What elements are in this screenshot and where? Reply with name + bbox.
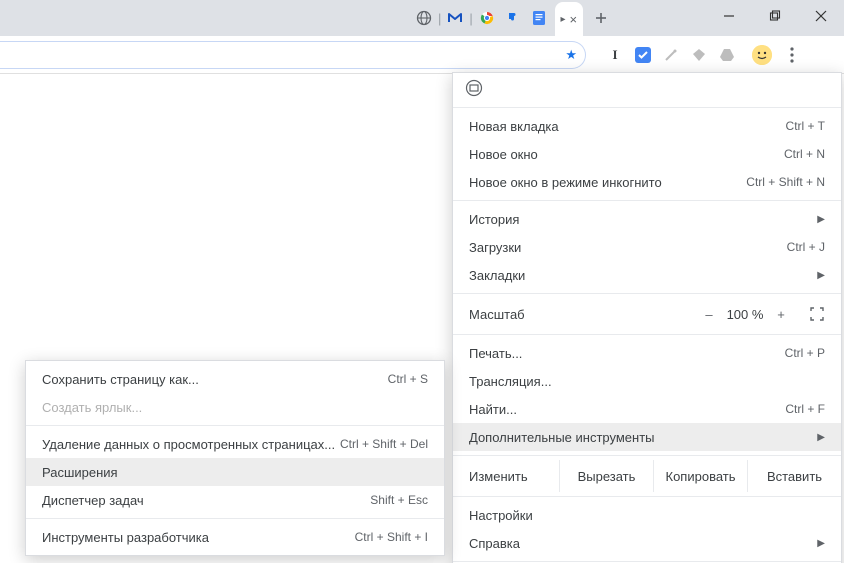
puzzle-icon[interactable] bbox=[505, 10, 521, 26]
submenu-task-manager[interactable]: Диспетчер задачShift + Esc bbox=[26, 486, 444, 514]
separator: | bbox=[469, 11, 472, 26]
window-close-button[interactable] bbox=[798, 0, 844, 32]
menu-history[interactable]: История▶ bbox=[453, 205, 841, 233]
submenu-extensions[interactable]: Расширения bbox=[26, 458, 444, 486]
new-tab-button[interactable] bbox=[587, 4, 615, 32]
zoom-value: 100 % bbox=[721, 307, 769, 322]
menu-downloads[interactable]: ЗагрузкиCtrl + J bbox=[453, 233, 841, 261]
toolbar: ★ I bbox=[0, 36, 844, 74]
menu-more-tools[interactable]: Дополнительные инструменты▶ bbox=[453, 423, 841, 451]
active-tab[interactable]: ▸ × bbox=[555, 2, 583, 36]
menu-new-window[interactable]: Новое окноCtrl + N bbox=[453, 140, 841, 168]
edit-cut[interactable]: Вырезать bbox=[559, 460, 653, 492]
extension-wand-icon[interactable] bbox=[662, 46, 680, 64]
org-header bbox=[453, 73, 841, 103]
address-bar[interactable]: ★ bbox=[0, 41, 586, 69]
window-maximize-button[interactable] bbox=[752, 0, 798, 32]
malwarebytes-icon[interactable] bbox=[447, 10, 463, 26]
menu-help[interactable]: Справка▶ bbox=[453, 529, 841, 557]
menu-new-tab[interactable]: Новая вкладкаCtrl + T bbox=[453, 112, 841, 140]
tab-favicon: ▸ bbox=[560, 14, 565, 25]
org-icon bbox=[465, 79, 483, 97]
menu-find[interactable]: Найти...Ctrl + F bbox=[453, 395, 841, 423]
separator: | bbox=[438, 11, 441, 26]
extension-check-icon[interactable] bbox=[634, 46, 652, 64]
zoom-in-button[interactable]: + bbox=[769, 307, 793, 322]
menu-print[interactable]: Печать...Ctrl + P bbox=[453, 339, 841, 367]
tab-close-icon[interactable]: × bbox=[570, 12, 578, 27]
menu-settings[interactable]: Настройки bbox=[453, 501, 841, 529]
submenu-save-as[interactable]: Сохранить страницу как...Ctrl + S bbox=[26, 365, 444, 393]
extension-diamond-icon[interactable] bbox=[690, 46, 708, 64]
window-minimize-button[interactable] bbox=[706, 0, 752, 32]
menu-bookmarks[interactable]: Закладки▶ bbox=[453, 261, 841, 289]
extension-drive-icon[interactable] bbox=[718, 46, 736, 64]
submenu-create-shortcut: Создать ярлык... bbox=[26, 393, 444, 421]
profile-avatar[interactable] bbox=[752, 45, 772, 65]
submenu-dev-tools[interactable]: Инструменты разработчикаCtrl + Shift + I bbox=[26, 523, 444, 551]
edit-paste[interactable]: Вставить bbox=[747, 460, 841, 492]
bookmark-star-icon[interactable]: ★ bbox=[565, 47, 577, 63]
chrome-icon[interactable] bbox=[479, 10, 495, 26]
menu-zoom: Масштаб – 100 % + bbox=[453, 298, 841, 330]
submenu-clear-data[interactable]: Удаление данных о просмотренных страница… bbox=[26, 430, 444, 458]
main-menu-button[interactable] bbox=[780, 43, 804, 67]
extension-instapaper-icon[interactable]: I bbox=[606, 46, 624, 64]
globe-icon[interactable] bbox=[416, 10, 432, 26]
more-tools-submenu: Сохранить страницу как...Ctrl + S Создат… bbox=[25, 360, 445, 556]
menu-cast[interactable]: Трансляция... bbox=[453, 367, 841, 395]
edit-copy[interactable]: Копировать bbox=[653, 460, 747, 492]
fullscreen-button[interactable] bbox=[805, 307, 829, 321]
main-menu: Новая вкладкаCtrl + T Новое окноCtrl + N… bbox=[452, 72, 842, 563]
docs-icon[interactable] bbox=[531, 10, 547, 26]
menu-incognito[interactable]: Новое окно в режиме инкогнитоCtrl + Shif… bbox=[453, 168, 841, 196]
zoom-out-button[interactable]: – bbox=[697, 307, 721, 322]
tab-strip: | | ▸ × bbox=[0, 0, 844, 36]
menu-edit-row: Изменить Вырезать Копировать Вставить bbox=[453, 460, 841, 492]
